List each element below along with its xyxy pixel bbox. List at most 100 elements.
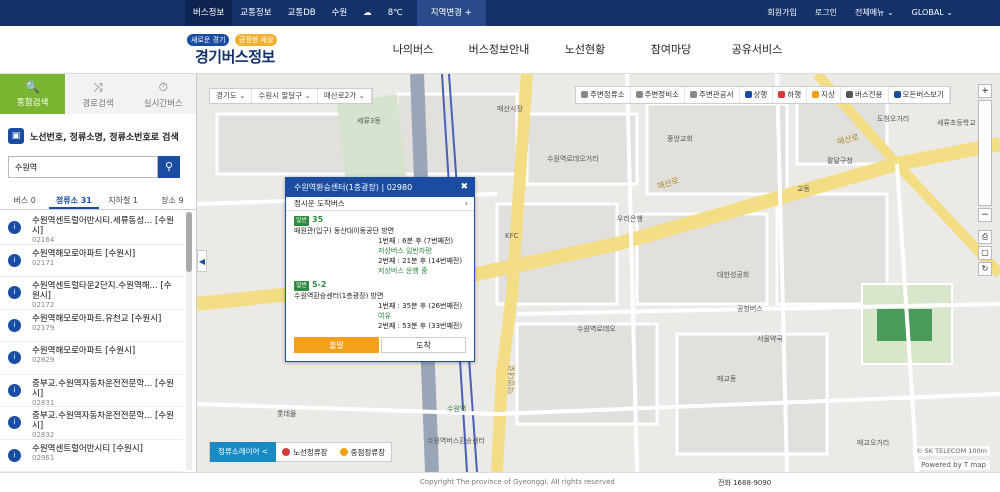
fullscreen-icon[interactable]: ▢ xyxy=(978,246,992,260)
list-item[interactable]: i 중부교.수원역자동차운전전문학... [수원시] 02832 xyxy=(0,407,183,440)
list-item[interactable]: i 중부교.수원역자동차운전전문학... [수원시] 02831 xyxy=(0,375,183,407)
layer-nearby-garage[interactable]: 주변정비소 xyxy=(631,87,685,103)
map-label: 팔달구청 xyxy=(827,157,853,165)
layer-low-floor[interactable]: 지상 xyxy=(807,87,841,103)
map-view[interactable]: 매산로 매산로 덕영대로 수원역 롯데몰 세류3동 매산시장 수원역로데오거리 … xyxy=(197,74,1000,472)
set-departure-button[interactable]: 출발 xyxy=(294,337,379,353)
bus-down-icon xyxy=(778,91,786,98)
clock-icon: ⏱ xyxy=(158,80,168,94)
result-tab-bus[interactable]: 버스 0 xyxy=(0,192,49,209)
result-tab-stops[interactable]: 정류소 31 xyxy=(49,192,99,209)
map-label: 공항버스 xyxy=(737,305,763,313)
map-label: 중앙교회 xyxy=(667,135,693,143)
print-icon[interactable]: ⎙ xyxy=(978,230,992,244)
popup-subheader[interactable]: 정시운 도착버스 › xyxy=(286,197,474,211)
map-label: KFC xyxy=(505,232,519,240)
route-arrival-info[interactable]: 일반 5-2 수원역환승센터(1층광장) 방면 1번째 : 35분 후 (26번째… xyxy=(286,276,474,331)
list-item[interactable]: i 수원역센트럴타운2단지.수원역해... [수원시] 02172 xyxy=(0,277,183,310)
search-title: ▣ 노선번호, 정류소명, 정류소번호로 검색 xyxy=(0,114,196,158)
layer-nearby-stops[interactable]: 주변정류소 xyxy=(576,87,631,103)
result-scrollbar[interactable] xyxy=(186,212,192,470)
breadcrumb-province[interactable]: 경기도 ⌄ xyxy=(210,89,253,103)
list-item[interactable]: i 수원역해모로아파트.유천교 [수원시] 02179 xyxy=(0,310,183,342)
low-floor-bus-icon xyxy=(812,91,820,98)
menu-participation[interactable]: 참여마당 xyxy=(628,26,714,74)
office-icon xyxy=(690,91,697,98)
map-legend: 정류소레이어 < 노선정류장 중점정류장 xyxy=(209,442,393,462)
top-nav-traffic-db[interactable]: 교통DB xyxy=(280,0,324,26)
set-arrival-button[interactable]: 도착 xyxy=(381,337,466,353)
tab-label: 실시간버스 xyxy=(143,99,183,109)
global-link[interactable]: GLOBAL ⌄ xyxy=(903,0,962,26)
stop-name: 수원역센트럴어반시티 [수원시] xyxy=(32,443,143,454)
legend-item: 중점정류장 xyxy=(334,447,392,458)
signup-link[interactable]: 회원가입 xyxy=(758,0,805,26)
zoom-in-button[interactable]: + xyxy=(978,84,992,98)
list-item[interactable]: i 수원역센트럴어반시티 [수원시] 02961 xyxy=(0,440,183,472)
result-tab-subway[interactable]: 지하철 1 xyxy=(99,192,148,209)
stop-info-popup: 수원역환승센터(1층광장) | 02980 ✖ 정시운 도착버스 › 일반 35 … xyxy=(285,177,475,362)
stop-layer-toggle-button[interactable]: 정류소레이어 < xyxy=(210,442,277,462)
menu-bus-info-guide[interactable]: 버스정보안내 xyxy=(456,26,542,74)
menu-shared-service[interactable]: 공유서비스 xyxy=(714,26,800,74)
top-nav-bus-info[interactable]: 버스정보 xyxy=(185,0,233,26)
list-item[interactable]: i 수원역센트럴어반시티.세류동성... [수원시] 02164 xyxy=(0,212,183,245)
zoom-slider[interactable] xyxy=(978,100,992,206)
stop-name: 수원역센트럴타운2단지.수원역해... [수원시] xyxy=(32,281,172,301)
top-nav: 버스정보 교통정보 교통DB 수원 ☁ 8℃ 지역변경 + xyxy=(185,0,486,26)
search-button[interactable]: ⚲ xyxy=(158,156,180,178)
footer-phone: 전화 1688-9090 xyxy=(718,479,772,487)
all-menu-link[interactable]: 전체메뉴 ⌄ xyxy=(846,0,903,26)
logo-tag-new-gyeonggi: 새로운 경기 xyxy=(187,34,230,46)
arrival-first: 1번째 : 6분 후 (7번째전) xyxy=(378,237,454,245)
key-stop-dot-icon xyxy=(339,448,348,456)
tab-route-search[interactable]: ⤨ 경로검색 xyxy=(65,74,131,114)
tab-label: 통합검색 xyxy=(17,98,49,108)
popup-buttons: 출발 도착 xyxy=(294,337,466,353)
map-label: 우리은행 xyxy=(617,215,643,223)
bus-up-icon xyxy=(744,91,752,98)
search-icon: ⚲ xyxy=(164,160,174,173)
breadcrumb-dong[interactable]: 매산로2가 ⌄ xyxy=(318,89,372,103)
tab-realtime-bus[interactable]: ⏱ 실시간버스 xyxy=(130,74,196,114)
site-logo[interactable]: 새로운 경기 공정한 세상 경기버스정보 xyxy=(187,34,287,66)
list-item[interactable]: i 수원역해모로아파트 [수원시] 02171 xyxy=(0,245,183,277)
search-mode-tabs: 🔍 통합검색 ⤨ 경로검색 ⏱ 실시간버스 xyxy=(0,74,196,114)
route-number: 35 xyxy=(312,215,324,224)
route-arrival-info[interactable]: 일반 35 매원관(입구) 동산대이동공단 방면 1번째 : 6분 후 (7번째전… xyxy=(286,211,474,276)
result-tab-places[interactable]: 장소 9 xyxy=(148,192,197,209)
temperature-text: 8℃ xyxy=(387,8,403,18)
search-input[interactable] xyxy=(8,156,158,178)
menu-my-bus[interactable]: 나의버스 xyxy=(370,26,456,74)
refresh-icon[interactable]: ↻ xyxy=(978,262,992,276)
tab-integrated-search[interactable]: 🔍 통합검색 xyxy=(0,74,66,114)
sidebar-collapse-button[interactable]: ◀ xyxy=(197,250,207,272)
top-nav-traffic-info[interactable]: 교통정보 xyxy=(232,0,279,26)
layer-bus-only[interactable]: 버스전용 xyxy=(841,87,889,103)
menu-route-status[interactable]: 노선현황 xyxy=(542,26,628,74)
top-nav-city: 수원 xyxy=(331,8,348,18)
stop-info-icon: i xyxy=(8,351,21,364)
bus-stop-icon xyxy=(581,91,588,98)
zoom-out-button[interactable]: − xyxy=(978,208,992,222)
layer-upbound[interactable]: 상행 xyxy=(740,87,774,103)
list-item[interactable]: i 수원역해모로아파트 [수원시] 02829 xyxy=(0,342,183,375)
arrival-second: 2번째 : 53분 후 (33번째전) xyxy=(378,322,463,330)
layer-all-buses[interactable]: 모든버스보기 xyxy=(889,87,950,103)
login-link[interactable]: 로그인 xyxy=(806,0,846,26)
zoom-control: + − xyxy=(978,84,992,224)
layer-downbound[interactable]: 하행 xyxy=(773,87,808,103)
breadcrumb-district[interactable]: 수원시 팔달구 ⌄ xyxy=(252,89,318,103)
tab-label: 경로검색 xyxy=(82,99,114,109)
stop-name: 수원역해모로아파트 [수원시] xyxy=(32,248,136,259)
stop-info-icon: i xyxy=(8,383,21,397)
legend-label: 중점정류장 xyxy=(350,447,386,457)
layer-nearby-office[interactable]: 주변관공서 xyxy=(685,87,740,103)
stop-name: 수원역해모로아파트 [수원시] xyxy=(32,346,136,356)
region-change-button[interactable]: 지역변경 + xyxy=(416,0,486,26)
map-label: 수원역로데오거리 xyxy=(547,155,599,163)
logo-tag-fair-world: 공정한 세상 xyxy=(235,34,278,46)
close-icon[interactable]: ✖ xyxy=(460,178,468,197)
scrollbar-thumb[interactable] xyxy=(186,212,192,272)
route-destination: 매원관(입구) 동산대이동공단 방면 xyxy=(294,227,395,235)
